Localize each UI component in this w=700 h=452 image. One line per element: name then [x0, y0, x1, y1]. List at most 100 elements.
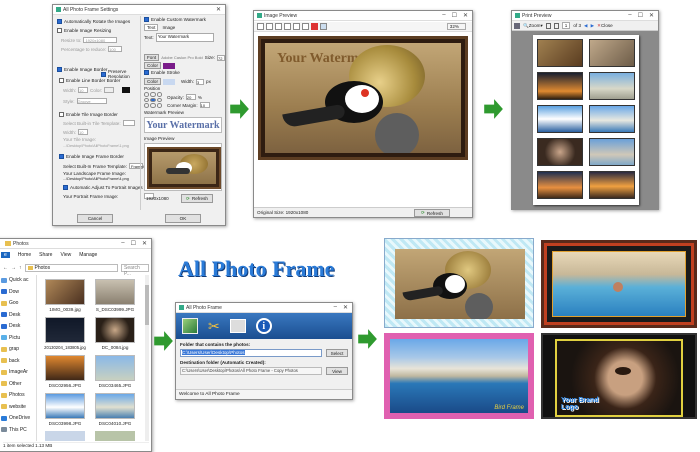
maximize-icon[interactable]: ☐: [452, 12, 457, 19]
minimize-icon[interactable]: –: [628, 12, 631, 19]
file-item[interactable]: DC_0084.jpg: [93, 317, 137, 350]
line-color-black[interactable]: [122, 87, 131, 93]
auto-adjust-checkbox[interactable]: [63, 185, 68, 190]
stroke-width-input[interactable]: 3: [196, 78, 205, 85]
select-button[interactable]: Select: [326, 349, 348, 357]
line-color-swatch[interactable]: [104, 87, 115, 93]
watermark-checkbox[interactable]: [144, 17, 149, 22]
delete-icon[interactable]: [311, 23, 318, 30]
watermark-text-input[interactable]: Your Watermark: [155, 33, 214, 42]
forward-icon[interactable]: →: [11, 265, 16, 271]
position-grid[interactable]: [144, 92, 162, 108]
file-item[interactable]: DSC03998.JPG: [43, 393, 87, 426]
dest-input[interactable]: C:\Users\User\Desktop\Photos\All Photo F…: [180, 367, 322, 375]
explorer-scrollbar[interactable]: [145, 275, 149, 441]
text-color-button[interactable]: Color: [144, 62, 161, 69]
text-tab[interactable]: Text: [144, 24, 159, 31]
address-bar[interactable]: Photos: [24, 263, 118, 272]
close-icon[interactable]: ✕: [216, 6, 221, 13]
nav-item[interactable]: Pictu: [1, 335, 20, 341]
page-input[interactable]: 1: [561, 22, 571, 29]
tab-home[interactable]: Home: [18, 252, 31, 258]
tile-width-input[interactable]: 10: [78, 129, 89, 135]
close-icon[interactable]: ✕: [463, 12, 468, 19]
stroke-checkbox[interactable]: [144, 70, 149, 75]
view-one-icon[interactable]: [545, 22, 551, 29]
corner-input[interactable]: 10: [199, 102, 210, 108]
image-tab[interactable]: Image: [160, 25, 177, 30]
prev-page-icon[interactable]: ◀: [584, 23, 588, 29]
print-close-button[interactable]: ✕Close: [597, 23, 613, 29]
nav-item[interactable]: Other: [1, 381, 22, 387]
rotate-left-icon[interactable]: [293, 23, 300, 30]
save-icon[interactable]: [320, 23, 327, 30]
auto-rotate-row[interactable]: Automatically Rotate the Images: [57, 19, 130, 24]
opacity-input[interactable]: 20: [185, 94, 196, 100]
size-input[interactable]: 72: [217, 54, 225, 61]
minimize-icon[interactable]: –: [121, 240, 124, 247]
watermark-row[interactable]: Enable Custom Watermark: [144, 17, 206, 22]
nav-item[interactable]: This PC: [1, 427, 27, 433]
stroke-row[interactable]: Enable Stroke: [144, 70, 180, 75]
border-checkbox[interactable]: [57, 67, 62, 72]
tab-view[interactable]: View: [60, 252, 71, 258]
ok-button[interactable]: OK: [165, 214, 201, 223]
file-item[interactable]: S_DSC03999.JPG: [93, 279, 137, 312]
stroke-color-button[interactable]: Color: [144, 78, 161, 85]
nav-item[interactable]: back: [1, 358, 20, 364]
frame-checkbox[interactable]: [59, 154, 64, 159]
close-icon[interactable]: ✕: [343, 304, 348, 311]
tile-row[interactable]: Enable Tile Image Border: [59, 112, 118, 117]
tab-manage[interactable]: Manage: [79, 252, 97, 258]
preserve-checkbox[interactable]: [101, 71, 106, 77]
stroke-color-swatch[interactable]: [162, 78, 175, 85]
file-item[interactable]: DSC02956.JPG: [43, 355, 87, 388]
line-width-input[interactable]: 10: [78, 87, 89, 93]
line-border-row[interactable]: Enable Line Border Border: [59, 78, 120, 83]
file-item[interactable]: 1IMG_0039.jpg: [43, 279, 87, 312]
file-item[interactable]: DSC04010.JPG: [93, 393, 137, 426]
close-icon[interactable]: ✕: [649, 12, 654, 19]
style-select[interactable]: Groove: [76, 98, 107, 104]
next-page-icon[interactable]: ▶: [591, 23, 595, 29]
file-item[interactable]: 20130204_183805.jpg: [43, 317, 87, 350]
print-icon[interactable]: [514, 22, 520, 29]
file-item[interactable]: DSC03465.JPG: [93, 355, 137, 388]
cancel-button[interactable]: Cancel: [77, 214, 113, 223]
zoom-out-icon[interactable]: [266, 23, 273, 30]
nav-item[interactable]: Goo: [1, 300, 18, 306]
preview-refresh-button[interactable]: ⟳ Refresh: [414, 209, 450, 217]
view-two-icon[interactable]: [553, 22, 559, 29]
text-color-swatch[interactable]: [162, 62, 175, 69]
search-input[interactable]: Search P...: [121, 263, 149, 277]
zoom-in-icon[interactable]: [257, 23, 264, 30]
nav-item[interactable]: website: [1, 404, 26, 410]
up-icon[interactable]: ↑: [19, 265, 22, 271]
resize-to-input[interactable]: 1920x1080: [83, 37, 118, 43]
photo-icon[interactable]: [182, 318, 198, 334]
nav-item[interactable]: OneDrive: [1, 415, 30, 421]
view-button[interactable]: View: [326, 367, 348, 375]
nav-item[interactable]: Desk: [1, 312, 20, 318]
fit-icon[interactable]: [275, 23, 282, 30]
zoom-select[interactable]: 32%: [446, 23, 466, 30]
tile-checkbox[interactable]: [59, 112, 64, 117]
select-tile-input[interactable]: [122, 120, 135, 126]
font-button[interactable]: Font: [144, 54, 160, 61]
info-icon[interactable]: i: [255, 318, 272, 334]
tab-file[interactable]: e: [1, 252, 10, 258]
settings-refresh-button[interactable]: ⟳ Refresh: [181, 194, 213, 203]
nav-item[interactable]: grap: [1, 346, 19, 352]
percentage-input[interactable]: 100: [108, 46, 123, 52]
settings-tools-icon[interactable]: ✂: [208, 318, 220, 335]
resize-checkbox[interactable]: [57, 28, 62, 33]
resize-row[interactable]: Enable Image Resizing: [57, 28, 111, 33]
maximize-icon[interactable]: ☐: [638, 12, 643, 19]
print-icon[interactable]: [229, 319, 246, 333]
folder-input[interactable]: C:\Users\User\Desktop\Photos: [180, 349, 322, 357]
line-border-checkbox[interactable]: [59, 78, 64, 83]
frame-row[interactable]: Enable Image Frame Border: [59, 154, 124, 159]
auto-adjust-row[interactable]: Automatic Adjust To Portrait Images: [63, 185, 143, 190]
minimize-icon[interactable]: –: [442, 12, 445, 19]
nav-item[interactable]: Photos: [1, 392, 25, 398]
